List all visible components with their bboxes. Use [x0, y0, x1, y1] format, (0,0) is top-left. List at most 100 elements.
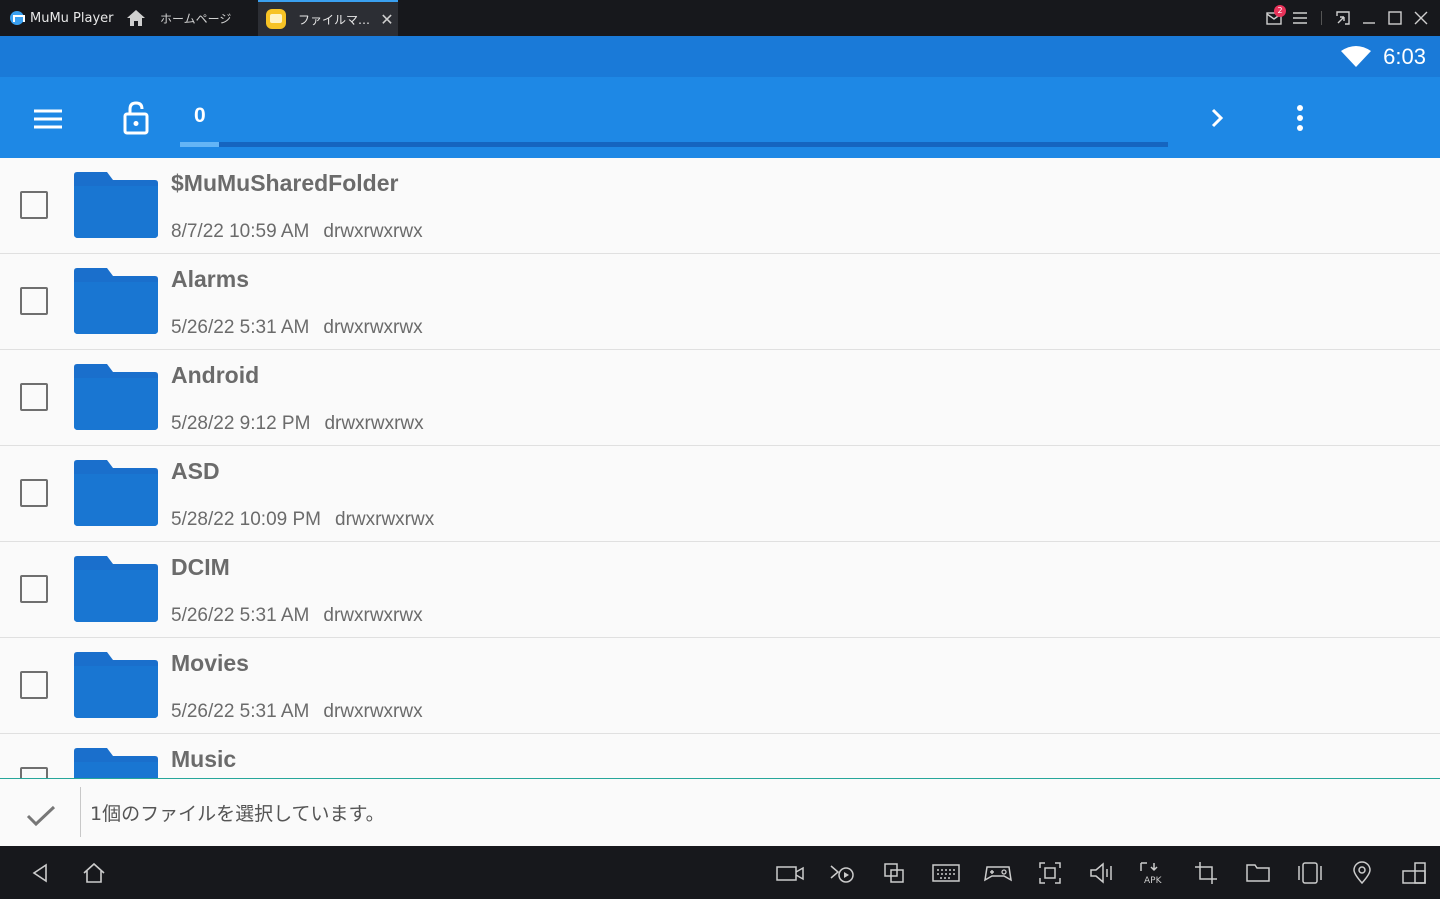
- crop-button[interactable]: [1191, 859, 1221, 887]
- file-meta: 5/28/22 9:12 PM drwxrwxrwx: [171, 413, 424, 435]
- check-icon: [26, 805, 56, 827]
- back-button[interactable]: [25, 859, 55, 887]
- file-date: 8/7/22 10:59 AM: [171, 221, 310, 242]
- titlebar-divider: [1321, 11, 1322, 25]
- mail-button[interactable]: 2: [1261, 0, 1287, 36]
- folder-icon: [74, 172, 158, 238]
- gamepad-icon: [984, 866, 1012, 882]
- volume-button[interactable]: [1087, 859, 1117, 887]
- android-home-button[interactable]: [79, 859, 109, 887]
- home-icon: [127, 10, 145, 26]
- keyboard-button[interactable]: [931, 859, 961, 887]
- home-tab[interactable]: ホームページ: [126, 0, 258, 36]
- file-checkbox[interactable]: [20, 287, 48, 315]
- path-bar-track: [180, 142, 1168, 147]
- root-access-button[interactable]: [118, 99, 154, 137]
- file-checkbox[interactable]: [20, 575, 48, 603]
- replay-icon: [830, 865, 854, 883]
- file-date: 5/28/22 10:09 PM: [171, 509, 321, 530]
- mumu-logo-icon: [10, 11, 25, 25]
- rotate-screen-button[interactable]: [1399, 859, 1429, 887]
- shake-button[interactable]: [1295, 859, 1325, 887]
- file-name: Alarms: [171, 266, 249, 292]
- more-vert-icon: [1297, 105, 1303, 131]
- file-name: Music: [171, 746, 237, 772]
- file-date: 5/26/22 5:31 AM: [171, 317, 310, 338]
- file-permissions: drwxrwxrwx: [323, 317, 423, 338]
- restore-size-button[interactable]: [1330, 0, 1356, 36]
- file-checkbox[interactable]: [20, 479, 48, 507]
- app-name: MuMu Player: [0, 0, 126, 36]
- status-time: 6:03: [1383, 43, 1426, 69]
- file-permissions: drwxrwxrwx: [335, 509, 435, 530]
- folder-icon: [74, 556, 158, 622]
- screenshot-button[interactable]: [1035, 859, 1065, 887]
- forward-button[interactable]: [1200, 101, 1234, 135]
- unlock-icon: [123, 101, 149, 135]
- file-meta: 5/26/22 5:31 AM drwxrwxrwx: [171, 317, 423, 339]
- file-permissions: drwxrwxrwx: [323, 701, 423, 722]
- file-date: 5/28/22 9:12 PM: [171, 413, 311, 434]
- home-tab-label: ホームページ: [160, 11, 232, 26]
- shared-folder-button[interactable]: [1243, 859, 1273, 887]
- video-camera-icon: [776, 866, 804, 881]
- file-manager-tab-label: ファイルマ…: [298, 12, 371, 27]
- file-checkbox[interactable]: [20, 767, 48, 778]
- path-bar-indicator: [180, 142, 219, 147]
- file-checkbox[interactable]: [20, 671, 48, 699]
- hamburger-icon: [34, 109, 62, 129]
- selection-bar: 1個のファイルを選択しています。: [0, 778, 1440, 846]
- home-outline-icon: [83, 862, 105, 883]
- emulator-bottom-bar: APK: [0, 846, 1440, 899]
- file-meta: 5/26/22 5:31 AM drwxrwxrwx: [171, 701, 423, 723]
- overflow-menu-button[interactable]: [1284, 99, 1316, 137]
- file-list[interactable]: $MuMuSharedFolder 8/7/22 10:59 AM drwxrwxr…: [0, 158, 1440, 778]
- close-tab-icon[interactable]: ✕: [376, 10, 398, 29]
- minimize-button[interactable]: [1356, 0, 1382, 36]
- file-row[interactable]: $MuMuSharedFolder 8/7/22 10:59 AM drwxrwxr…: [0, 158, 1440, 254]
- confirm-selection-button[interactable]: [26, 805, 56, 831]
- file-row[interactable]: ASD 5/28/22 10:09 PM drwxrwxrwx: [0, 446, 1440, 542]
- file-meta: 5/28/22 10:09 PM drwxrwxrwx: [171, 509, 434, 531]
- location-pin-icon: [1353, 861, 1371, 885]
- minimize-icon: [1363, 22, 1375, 24]
- selection-divider: [80, 787, 81, 837]
- file-checkbox[interactable]: [20, 191, 48, 219]
- app-name-label: MuMu Player: [30, 10, 114, 26]
- file-checkbox[interactable]: [20, 383, 48, 411]
- crop-icon: [1195, 862, 1217, 884]
- close-icon: [1414, 11, 1428, 25]
- file-row[interactable]: Android 5/28/22 9:12 PM drwxrwxrwx: [0, 350, 1440, 446]
- wifi-icon: [1341, 45, 1372, 67]
- copy-windows-icon: [884, 863, 904, 883]
- keyboard-icon: [932, 864, 960, 882]
- operation-record-button[interactable]: [827, 859, 857, 887]
- file-date: 5/26/22 5:31 AM: [171, 605, 310, 626]
- file-meta: 8/7/22 10:59 AM drwxrwxrwx: [171, 221, 423, 243]
- file-row[interactable]: Alarms 5/26/22 5:31 AM drwxrwxrwx: [0, 254, 1440, 350]
- multi-instance-button[interactable]: [879, 859, 909, 887]
- maximize-button[interactable]: [1382, 0, 1408, 36]
- file-manager-tab[interactable]: ファイルマ… ✕: [258, 0, 398, 36]
- path-segment[interactable]: 0: [194, 104, 206, 128]
- apk-icon: APK: [1140, 862, 1163, 885]
- install-apk-button[interactable]: APK: [1139, 859, 1169, 887]
- rotate-screen-icon: [1402, 862, 1426, 884]
- file-meta: 5/26/22 5:31 AM drwxrwxrwx: [171, 605, 423, 627]
- back-icon: [32, 863, 47, 883]
- menu-button[interactable]: [1287, 0, 1313, 36]
- location-button[interactable]: [1347, 859, 1377, 887]
- folder-icon: [74, 460, 158, 526]
- file-row[interactable]: Music: [0, 734, 1440, 778]
- folder-icon: [74, 652, 158, 718]
- file-name: Android: [171, 362, 260, 388]
- record-button[interactable]: [775, 859, 805, 887]
- close-window-button[interactable]: [1408, 0, 1434, 36]
- menu-icon: [1293, 12, 1307, 24]
- gamepad-button[interactable]: [983, 859, 1013, 887]
- navigation-drawer-button[interactable]: [30, 101, 66, 137]
- file-row[interactable]: DCIM 5/26/22 5:31 AM drwxrwxrwx: [0, 542, 1440, 638]
- volume-icon: [1090, 862, 1112, 884]
- file-name: Movies: [171, 650, 249, 676]
- file-row[interactable]: Movies 5/26/22 5:31 AM drwxrwxrwx: [0, 638, 1440, 734]
